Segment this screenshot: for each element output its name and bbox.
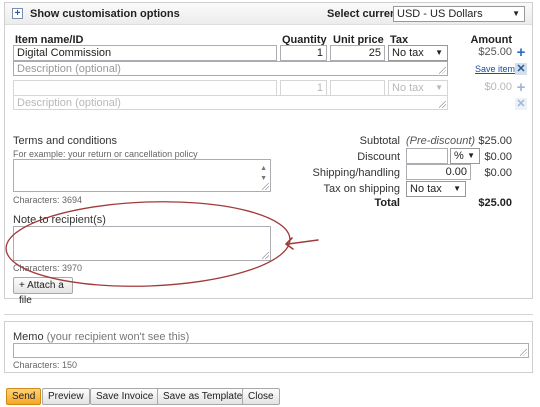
discount-label: Discount bbox=[357, 151, 400, 163]
subtotal-note: (Pre-discount) bbox=[406, 135, 476, 147]
save-invoice-button[interactable]: Save Invoice bbox=[90, 388, 160, 405]
discount-unit-value: % bbox=[454, 150, 464, 162]
terms-textarea[interactable]: ▲ ▼ bbox=[13, 159, 271, 192]
tax-select-value: No tax bbox=[392, 82, 424, 94]
annotation-overlay bbox=[5, 201, 319, 287]
tax-shipping-label: Tax on shipping bbox=[323, 183, 400, 195]
expand-icon[interactable]: + bbox=[12, 8, 23, 19]
subtotal-value: $25.00 bbox=[478, 135, 512, 147]
delete-item-icon[interactable]: ✕ bbox=[515, 63, 527, 75]
subtotal-label: Subtotal bbox=[359, 135, 400, 147]
col-amount-header: Amount bbox=[470, 34, 512, 46]
preview-button[interactable]: Preview bbox=[42, 388, 90, 405]
chevron-down-icon: ▼ bbox=[512, 9, 520, 18]
discount-value: $0.00 bbox=[484, 151, 512, 163]
resize-grip-icon bbox=[520, 349, 527, 356]
save-item-link[interactable]: Save item bbox=[475, 64, 515, 74]
delete-item-icon[interactable]: ✕ bbox=[515, 98, 527, 110]
customise-options-link[interactable]: Show customisation options bbox=[30, 8, 180, 20]
terms-hint: For example: your return or cancellation… bbox=[13, 149, 198, 159]
unit-price-input[interactable] bbox=[330, 80, 385, 96]
resize-grip-icon bbox=[262, 183, 269, 190]
memo-chars: Characters: 150 bbox=[13, 360, 78, 370]
item-name-input[interactable]: Digital Commission bbox=[13, 45, 277, 61]
item-amount: $0.00 bbox=[484, 81, 512, 93]
memo-hint: (your recipient won't see this) bbox=[46, 331, 190, 343]
chevron-down-icon: ▼ bbox=[453, 184, 461, 193]
memo-label-row: Memo (your recipient won't see this) bbox=[13, 331, 189, 343]
close-button[interactable]: Close bbox=[242, 388, 280, 405]
quantity-input[interactable]: 1 bbox=[280, 80, 327, 96]
tax-shipping-select[interactable]: No tax ▼ bbox=[406, 181, 466, 197]
chevron-down-icon: ▼ bbox=[435, 48, 443, 57]
memo-textarea[interactable] bbox=[13, 343, 529, 358]
resize-grip-icon bbox=[439, 101, 446, 108]
total-value: $25.00 bbox=[478, 197, 512, 209]
item-description-input[interactable]: Description (optional) bbox=[13, 61, 448, 76]
resize-grip-icon bbox=[439, 67, 446, 74]
tax-select[interactable]: No tax ▼ bbox=[388, 80, 448, 96]
shipping-value: $0.00 bbox=[484, 167, 512, 179]
memo-label: Memo bbox=[13, 331, 44, 343]
quantity-input[interactable]: 1 bbox=[280, 45, 327, 61]
item-description-input[interactable]: Description (optional) bbox=[13, 95, 448, 110]
chevron-down-icon: ▼ bbox=[435, 83, 443, 92]
annotation-arrow bbox=[284, 237, 319, 250]
unit-price-input[interactable]: 25 bbox=[330, 45, 385, 61]
shipping-label: Shipping/handling bbox=[312, 167, 400, 179]
item-amount: $25.00 bbox=[478, 46, 512, 58]
annotation-ellipse bbox=[5, 201, 291, 287]
save-template-button[interactable]: Save as Template bbox=[157, 388, 249, 405]
tax-select-value: No tax bbox=[392, 47, 424, 59]
total-label: Total bbox=[374, 197, 400, 209]
currency-select[interactable]: USD - US Dollars ▼ bbox=[393, 6, 525, 22]
shipping-input[interactable]: 0.00 bbox=[406, 164, 471, 180]
add-item-icon[interactable]: + bbox=[515, 45, 527, 60]
tax-select[interactable]: No tax ▼ bbox=[388, 45, 448, 61]
item-name-input[interactable] bbox=[13, 80, 277, 96]
add-item-icon[interactable]: + bbox=[515, 80, 527, 95]
send-button[interactable]: Send bbox=[6, 388, 42, 405]
terms-label: Terms and conditions bbox=[13, 135, 117, 147]
tax-shipping-value: No tax bbox=[410, 183, 442, 195]
discount-input[interactable] bbox=[406, 148, 448, 164]
currency-select-value: USD - US Dollars bbox=[397, 8, 483, 20]
